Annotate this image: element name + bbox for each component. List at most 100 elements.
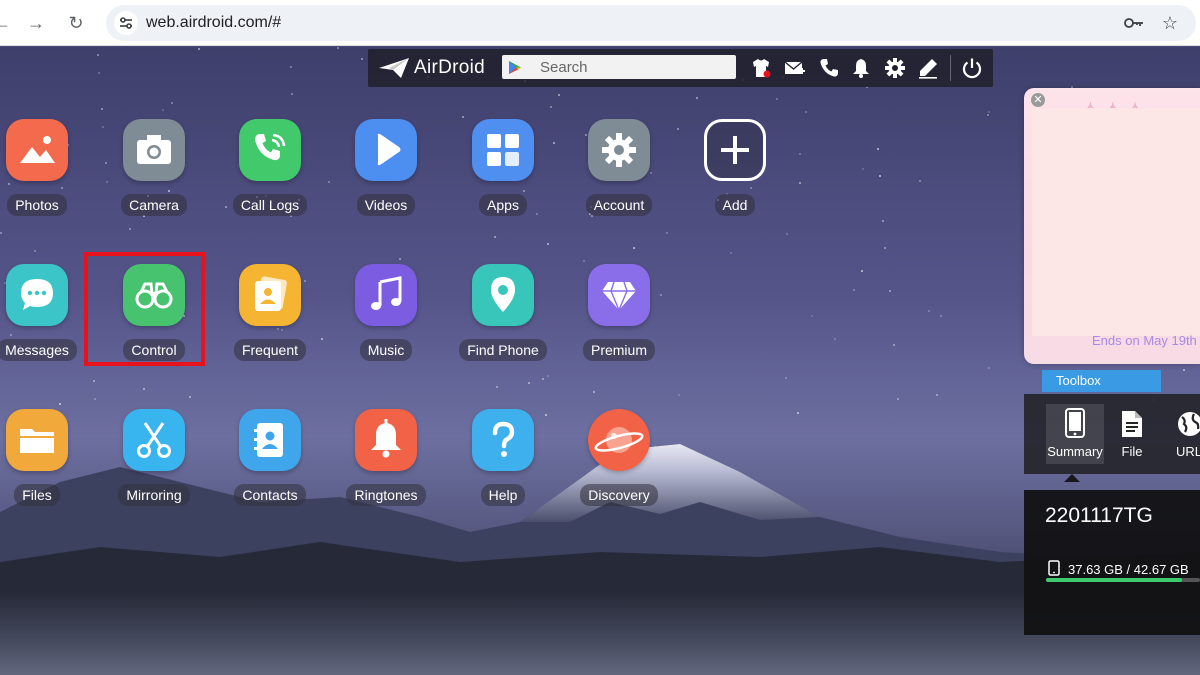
- app-contacts[interactable]: Contacts: [212, 409, 328, 519]
- discovery-icon: [588, 409, 650, 471]
- toolbox-pointer: [1064, 474, 1080, 482]
- app-label: Frequent: [233, 339, 307, 361]
- star: [162, 109, 164, 111]
- google-play-icon: [509, 61, 521, 74]
- app-apps[interactable]: Apps: [445, 119, 561, 229]
- star: [93, 380, 95, 382]
- star: [542, 378, 544, 380]
- search-input[interactable]: [540, 57, 730, 77]
- star: [361, 58, 363, 60]
- star: [34, 250, 36, 252]
- messages-icon: [6, 264, 68, 326]
- star: [797, 412, 799, 414]
- app-premium[interactable]: Premium: [561, 264, 677, 374]
- star: [496, 386, 498, 388]
- device-storage-icon: [1048, 560, 1060, 576]
- app-camera[interactable]: Camera: [96, 119, 212, 229]
- tool-label: URL: [1176, 444, 1200, 459]
- password-key-icon[interactable]: [1122, 11, 1146, 35]
- toolbox-tab[interactable]: Toolbox: [1042, 370, 1161, 392]
- app-discovery[interactable]: Discovery: [561, 409, 677, 519]
- account-gear-icon: [588, 119, 650, 181]
- star: [877, 148, 879, 150]
- star: [291, 93, 293, 95]
- star: [861, 270, 863, 272]
- airdroid-logo: AirDroid: [378, 57, 485, 79]
- back-arrow-icon[interactable]: ←: [0, 11, 14, 35]
- app-label: Discovery: [580, 484, 658, 506]
- toolbox-panel: Summary File URL: [1024, 394, 1200, 474]
- app-label: Messages: [0, 339, 77, 361]
- bookmark-star-icon[interactable]: ☆: [1158, 11, 1182, 35]
- app-label: Files: [14, 484, 60, 506]
- address-bar[interactable]: web.airdroid.com/# ☆: [106, 5, 1196, 41]
- app-photos[interactable]: Photos: [0, 119, 95, 229]
- tool-file[interactable]: File: [1114, 404, 1150, 464]
- star: [928, 310, 930, 312]
- shirt-icon[interactable]: [750, 57, 772, 79]
- star: [696, 97, 698, 99]
- app-music[interactable]: Music: [328, 264, 444, 374]
- promo-banner[interactable]: ✧ ✦ ✧ Ends on May 19th ✕: [1024, 88, 1200, 364]
- app-account[interactable]: Account: [561, 119, 677, 229]
- app-label: Mirroring: [118, 484, 190, 506]
- site-settings-icon[interactable]: [114, 11, 138, 35]
- promo-close-icon[interactable]: ✕: [1031, 93, 1045, 107]
- star: [940, 315, 942, 317]
- star: [547, 243, 549, 245]
- logo-text: AirDroid: [414, 57, 486, 78]
- star: [919, 180, 921, 182]
- star: [666, 232, 668, 234]
- star: [897, 398, 899, 400]
- app-label: Apps: [479, 194, 527, 216]
- app-label: Add: [714, 194, 756, 216]
- app-mirroring[interactable]: Mirroring: [96, 409, 212, 519]
- app-label: Call Logs: [232, 194, 308, 216]
- star: [0, 232, 2, 234]
- reload-icon[interactable]: ↻: [64, 11, 88, 35]
- url-text[interactable]: web.airdroid.com/#: [146, 14, 281, 32]
- promo-content: [1032, 108, 1200, 336]
- camera-icon: [123, 119, 185, 181]
- star: [547, 375, 549, 377]
- app-videos[interactable]: Videos: [328, 119, 444, 229]
- star: [879, 175, 881, 177]
- app-add[interactable]: Add: [677, 119, 793, 229]
- pen-edit-icon[interactable]: [917, 57, 939, 79]
- tool-url[interactable]: URL: [1172, 404, 1200, 464]
- app-label: Contacts: [234, 484, 306, 506]
- app-frequent[interactable]: Frequent: [212, 264, 328, 374]
- phone-call-icon[interactable]: [818, 57, 840, 79]
- star: [853, 289, 855, 291]
- call-logs-icon: [239, 119, 301, 181]
- videos-icon: [355, 119, 417, 181]
- settings-gear-icon[interactable]: [884, 57, 906, 79]
- app-ringtones[interactable]: Ringtones: [328, 409, 444, 519]
- star: [799, 153, 801, 155]
- tool-summary[interactable]: Summary: [1046, 404, 1104, 464]
- bell-icon[interactable]: [850, 57, 872, 79]
- star: [678, 394, 680, 396]
- forward-arrow-icon[interactable]: →: [24, 11, 48, 35]
- app-call-logs[interactable]: Call Logs: [212, 119, 328, 229]
- star: [550, 106, 552, 108]
- app-find-phone[interactable]: Find Phone: [445, 264, 561, 374]
- browser-toolbar: ← → ↻ web.airdroid.com/# ☆: [0, 0, 1200, 46]
- app-messages[interactable]: Messages: [0, 264, 95, 374]
- tool-label: File: [1121, 444, 1143, 459]
- star: [988, 367, 990, 369]
- app-help[interactable]: Help: [445, 409, 561, 519]
- file-icon: [1122, 411, 1142, 437]
- power-logout-icon[interactable]: [961, 57, 983, 79]
- star: [171, 102, 173, 104]
- star: [1183, 369, 1185, 371]
- star: [399, 258, 401, 260]
- ringtones-icon: [355, 409, 417, 471]
- app-files[interactable]: Files: [0, 409, 95, 519]
- airdroid-top-bar: AirDroid: [368, 49, 993, 87]
- star: [98, 72, 100, 74]
- search-box[interactable]: [502, 55, 736, 79]
- mail-icon[interactable]: [784, 57, 806, 79]
- airdroid-desktop: AirDroid Search Photos Camera Call Logs …: [0, 47, 1200, 675]
- star: [558, 94, 560, 96]
